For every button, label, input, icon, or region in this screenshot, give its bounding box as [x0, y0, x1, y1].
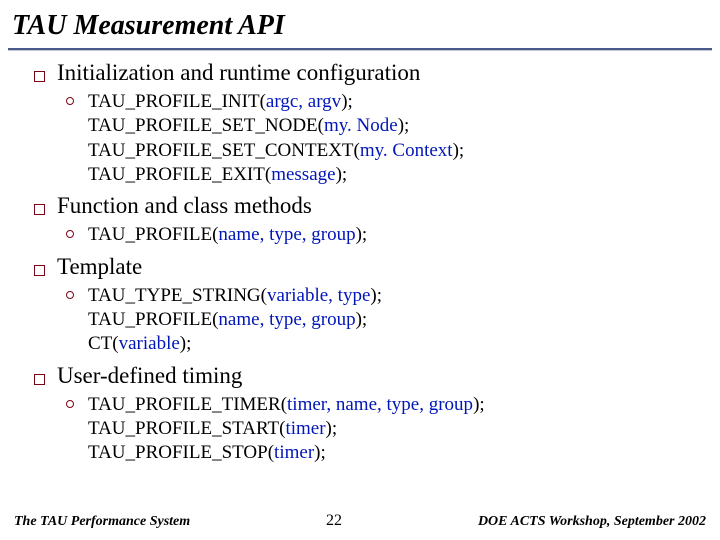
- section-heading-text: Initialization and runtime configuration: [57, 60, 420, 86]
- subitem: TAU_PROFILE_TIMER(timer, name, type, gro…: [66, 393, 700, 466]
- circle-bullet-icon: [66, 97, 74, 105]
- subitem: TAU_TYPE_STRING(variable, type); TAU_PRO…: [66, 284, 700, 357]
- subitem: TAU_PROFILE(name, type, group);: [66, 223, 700, 247]
- section-init: Initialization and runtime configuration…: [34, 60, 700, 187]
- code-line: TAU_PROFILE_TIMER(timer, name, type, gro…: [88, 394, 485, 415]
- section-heading: Function and class methods: [34, 193, 700, 219]
- section-heading: Template: [34, 254, 700, 280]
- square-bullet-icon: [34, 204, 45, 215]
- code-line: TAU_PROFILE_STOP(timer);: [88, 442, 326, 463]
- code-line: TAU_PROFILE_INIT(argc, argv);: [88, 91, 353, 112]
- square-bullet-icon: [34, 71, 45, 82]
- slide-title: TAU Measurement API: [0, 0, 720, 48]
- section-function: Function and class methods TAU_PROFILE(n…: [34, 193, 700, 247]
- footer: The TAU Performance System 22 DOE ACTS W…: [0, 512, 720, 530]
- code-block: TAU_PROFILE_INIT(argc, argv); TAU_PROFIL…: [88, 90, 464, 187]
- code-block: TAU_PROFILE(name, type, group);: [88, 223, 367, 247]
- circle-bullet-icon: [66, 291, 74, 299]
- code-line: TAU_PROFILE_SET_CONTEXT(my. Context);: [88, 140, 464, 161]
- code-line: TAU_PROFILE_START(timer);: [88, 418, 337, 439]
- section-heading: User-defined timing: [34, 363, 700, 389]
- subitem: TAU_PROFILE_INIT(argc, argv); TAU_PROFIL…: [66, 90, 700, 187]
- section-heading: Initialization and runtime configuration: [34, 60, 700, 86]
- code-line: CT(variable);: [88, 333, 191, 354]
- code-line: TAU_TYPE_STRING(variable, type);: [88, 285, 382, 306]
- square-bullet-icon: [34, 265, 45, 276]
- square-bullet-icon: [34, 374, 45, 385]
- footer-left: The TAU Performance System: [14, 514, 190, 530]
- section-heading-text: Function and class methods: [57, 193, 312, 219]
- content: Initialization and runtime configuration…: [0, 60, 720, 465]
- page-number: 22: [326, 512, 342, 530]
- circle-bullet-icon: [66, 400, 74, 408]
- code-line: TAU_PROFILE_EXIT(message);: [88, 164, 347, 185]
- divider: [8, 48, 712, 50]
- code-line: TAU_PROFILE(name, type, group);: [88, 224, 367, 245]
- code-line: TAU_PROFILE_SET_NODE(my. Node);: [88, 115, 409, 136]
- section-template: Template TAU_TYPE_STRING(variable, type)…: [34, 254, 700, 357]
- code-block: TAU_PROFILE_TIMER(timer, name, type, gro…: [88, 393, 485, 466]
- section-timing: User-defined timing TAU_PROFILE_TIMER(ti…: [34, 363, 700, 466]
- circle-bullet-icon: [66, 230, 74, 238]
- section-heading-text: User-defined timing: [57, 363, 242, 389]
- section-heading-text: Template: [57, 254, 142, 280]
- code-block: TAU_TYPE_STRING(variable, type); TAU_PRO…: [88, 284, 382, 357]
- code-line: TAU_PROFILE(name, type, group);: [88, 309, 367, 330]
- footer-right: DOE ACTS Workshop, September 2002: [478, 514, 706, 530]
